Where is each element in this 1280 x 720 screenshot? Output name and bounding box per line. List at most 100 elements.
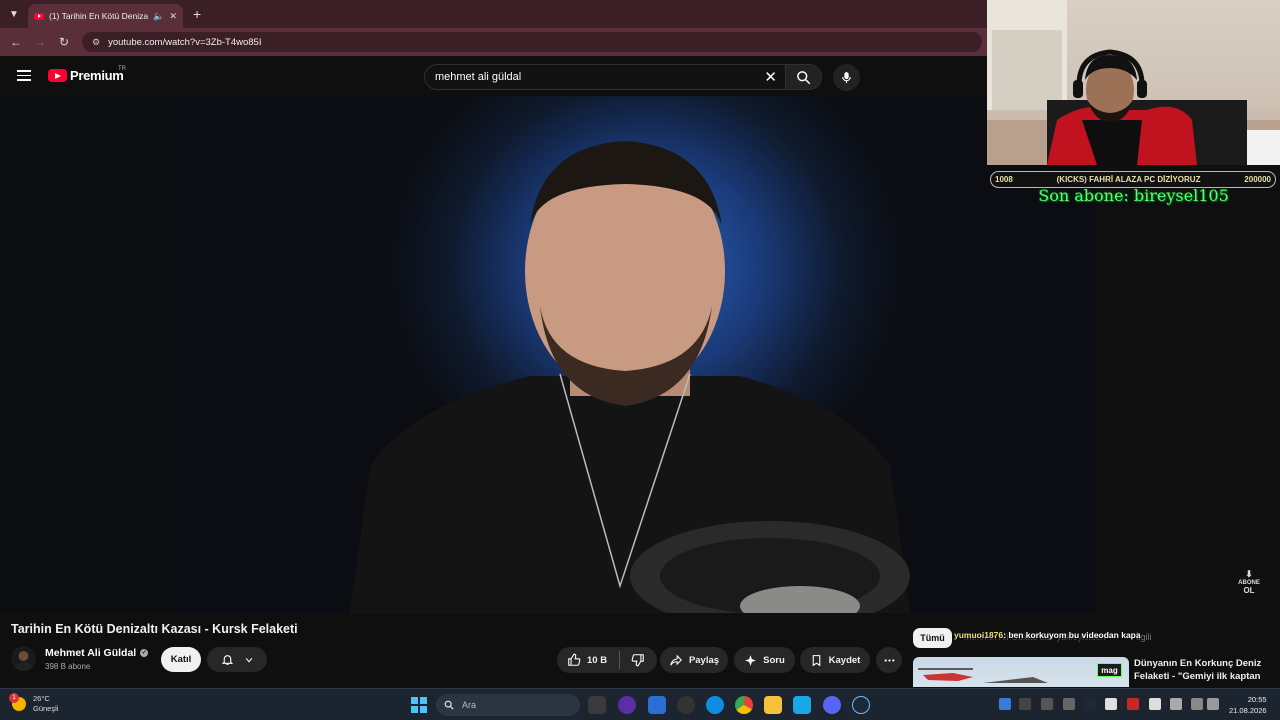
verified-check-icon: ✓ — [140, 649, 149, 657]
system-clock[interactable]: 20:55 21.08.2026 — [1229, 694, 1267, 716]
browser-tab-strip: ▼ (1) Tarihin En Kötü Denizaltı 🔈 ✕ + — [0, 0, 987, 28]
windows-taskbar: 1 26°C Güneşli Ara 20:55 21.08.2026 — [0, 688, 1280, 720]
channel-name-link[interactable]: Mehmet Ali Güldal ✓ — [45, 647, 149, 659]
clear-search-icon[interactable]: ✕ — [764, 68, 777, 86]
channel-name: Mehmet Ali Güldal — [45, 647, 137, 659]
app-icon-3[interactable] — [677, 696, 695, 714]
clock-time: 20:55 — [1247, 695, 1267, 704]
share-icon — [670, 654, 682, 666]
search-input[interactable]: mehmet ali güldal ✕ — [424, 64, 786, 90]
voice-search-button[interactable] — [833, 64, 860, 91]
bookmark-icon — [812, 654, 820, 666]
url-bar[interactable]: ⚙ youtube.com/watch?v=3Zb-T4wo85I — [82, 32, 982, 52]
ask-label: Soru — [763, 654, 785, 666]
windows-start-icon[interactable] — [411, 697, 427, 713]
search-icon — [444, 700, 454, 710]
tray-icon-1[interactable] — [999, 698, 1011, 710]
weather-temp: 26°C — [33, 694, 50, 703]
tray-icon-7[interactable] — [1149, 698, 1161, 710]
presenter-figure — [350, 141, 910, 613]
back-button[interactable]: ← — [4, 35, 28, 49]
thumbs-down-icon — [631, 654, 644, 667]
volume-icon[interactable] — [1207, 698, 1219, 710]
tab-search-button[interactable]: ▼ — [4, 4, 24, 24]
sun-icon: 1 — [9, 693, 26, 711]
chevron-down-icon — [245, 657, 252, 662]
webcam-overlay — [987, 0, 1280, 165]
share-label: Paylaş — [688, 654, 720, 666]
logo-region: TR — [118, 66, 126, 72]
dislike-button[interactable] — [620, 647, 656, 673]
logo-text: Premium — [70, 68, 124, 83]
chip-all[interactable]: Tümü — [913, 628, 952, 648]
tab-title: (1) Tarihin En Kötü Denizaltı — [49, 11, 149, 21]
tray-icon-5[interactable] — [1105, 698, 1117, 710]
new-tab-button[interactable]: + — [193, 6, 201, 22]
chat-message: yumuoi1876: ben korkuyom bu videodan kap… — [954, 630, 1141, 640]
youtube-favicon-icon — [34, 12, 44, 20]
save-label: Kaydet — [828, 654, 861, 666]
bell-icon — [221, 655, 233, 665]
video-player[interactable] — [0, 96, 1096, 613]
channel-avatar[interactable] — [11, 646, 36, 671]
goal-title: (KICKS) FAHRİ ALAZA PC DİZİYORUZ — [1056, 175, 1201, 184]
tray-icon-3[interactable] — [1041, 698, 1053, 710]
forward-button[interactable]: → — [28, 35, 52, 49]
microphone-tray-icon[interactable] — [1170, 698, 1182, 710]
avatar-image — [14, 651, 33, 671]
edge-icon[interactable] — [706, 696, 724, 714]
site-info-icon[interactable]: ⚙ — [92, 37, 100, 48]
subscriber-count: 398 B abone — [45, 662, 91, 671]
app-icon-4[interactable] — [793, 696, 811, 714]
taskbar-search[interactable]: Ara — [436, 694, 580, 716]
weather-widget[interactable]: 1 26°C Güneşli — [9, 693, 59, 714]
youtube-logo[interactable]: Premium — [48, 68, 124, 83]
streamer-webcam-image — [987, 0, 1280, 165]
url-text: youtube.com/watch?v=3Zb-T4wo85I — [108, 36, 262, 48]
steam-icon[interactable] — [852, 696, 870, 714]
clock-date: 21.08.2026 — [1229, 706, 1267, 715]
speaker-icon[interactable]: 🔈 — [153, 11, 164, 22]
browser-tab[interactable]: (1) Tarihin En Kötü Denizaltı 🔈 ✕ — [28, 4, 183, 28]
search-button[interactable] — [786, 64, 822, 90]
network-icon[interactable] — [1191, 698, 1203, 710]
weather-desc: Güneşli — [33, 704, 59, 713]
video-title: Tarihin En Kötü Denizaltı Kazası - Kursk… — [11, 622, 298, 636]
join-button[interactable]: Katıl — [161, 647, 201, 672]
channel-badge: mag — [1097, 663, 1122, 677]
search-icon — [797, 70, 811, 84]
watermark-line2: OL — [1243, 586, 1255, 595]
menu-icon[interactable] — [17, 70, 31, 81]
app-icon-2[interactable] — [648, 696, 666, 714]
ask-button[interactable]: Soru — [734, 647, 795, 673]
share-button[interactable]: Paylaş — [660, 647, 728, 673]
recommended-video-title[interactable]: Dünyanın En Korkunç Deniz Felaketi - "Ge… — [1134, 657, 1274, 685]
more-actions-button[interactable] — [876, 647, 902, 673]
chat-username: yumuoi1876 — [954, 630, 1004, 640]
goal-current: 1008 — [995, 175, 1013, 184]
address-bar-row: ← → ↻ ⚙ youtube.com/watch?v=3Zb-T4wo85I — [0, 28, 987, 56]
search-query: mehmet ali güldal — [435, 71, 522, 83]
tray-steam-icon[interactable] — [1084, 698, 1096, 710]
save-button[interactable]: Kaydet — [800, 647, 870, 673]
tray-icon-6[interactable] — [1127, 698, 1139, 710]
tray-icon-4[interactable] — [1063, 698, 1075, 710]
subscription-bell-button[interactable] — [207, 647, 267, 672]
chrome-icon[interactable] — [735, 696, 753, 714]
app-icon-1[interactable] — [618, 696, 636, 714]
goal-target: 200000 — [1244, 175, 1271, 184]
close-tab-icon[interactable]: ✕ — [169, 11, 177, 22]
more-horizontal-icon — [884, 658, 894, 662]
weather-badge: 1 — [9, 693, 19, 703]
subscribe-watermark: ⬇ ABONE OL — [1236, 570, 1262, 595]
reload-button[interactable]: ↻ — [52, 35, 76, 49]
chat-text: : ben korkuyom bu videodan kapa — [1003, 630, 1141, 640]
file-explorer-icon[interactable] — [764, 696, 782, 714]
screen: ▼ (1) Tarihin En Kötü Denizaltı 🔈 ✕ + ← … — [0, 0, 1280, 720]
sparkle-icon — [745, 654, 757, 666]
taskbar-search-placeholder: Ara — [462, 700, 477, 710]
tray-icon-2[interactable] — [1019, 698, 1031, 710]
thumbs-up-icon — [568, 653, 581, 666]
task-view-icon[interactable] — [588, 696, 606, 714]
discord-icon[interactable] — [823, 696, 841, 714]
